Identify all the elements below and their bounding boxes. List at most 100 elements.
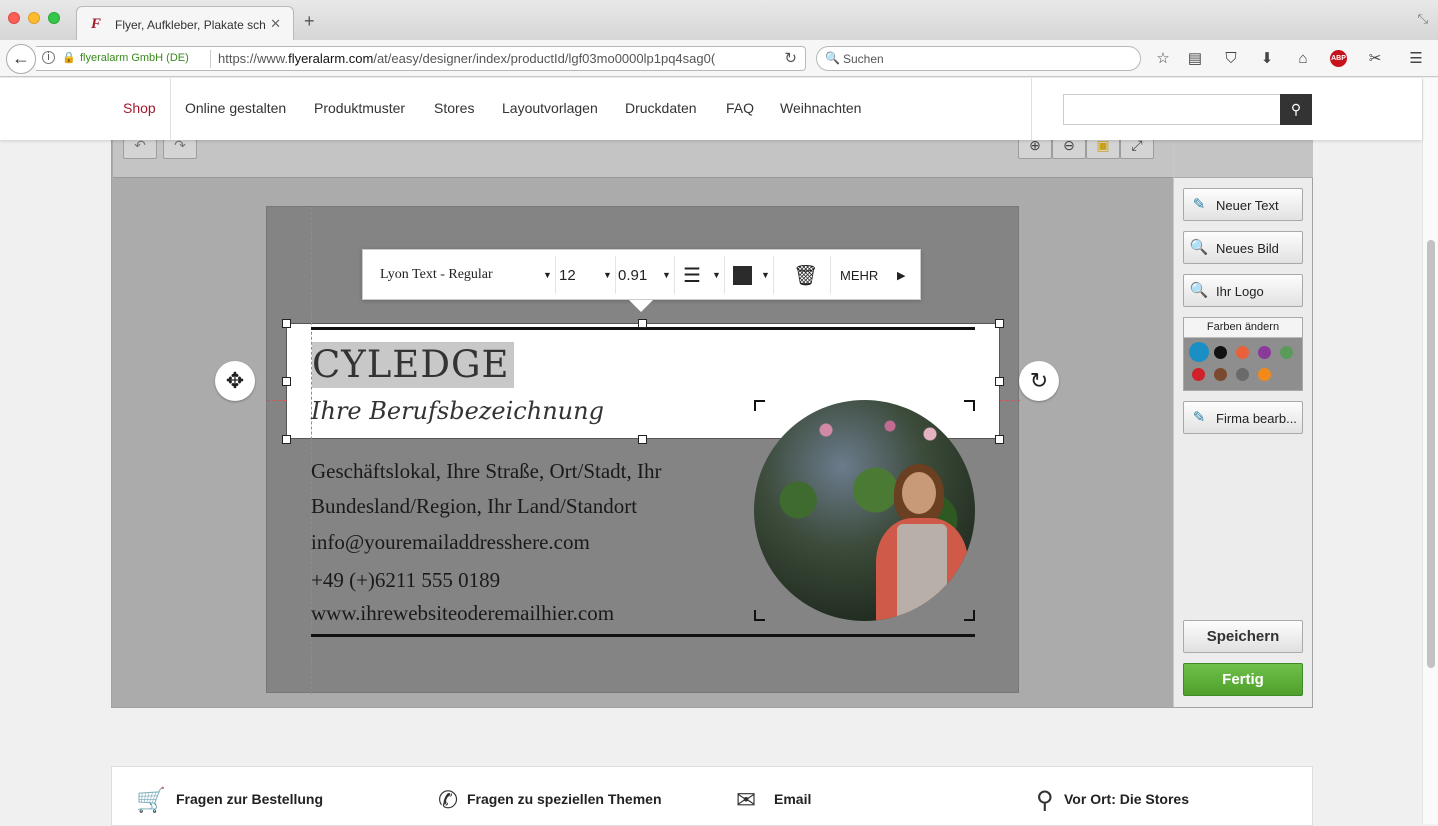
- toolbar-divider: [555, 256, 556, 294]
- swatch-orange-red[interactable]: [1236, 346, 1249, 359]
- minimize-window-button[interactable]: [28, 12, 40, 24]
- colors-title: Farben ändern: [1184, 318, 1302, 338]
- line-height-select[interactable]: 0.91: [618, 267, 647, 284]
- swatch-orange[interactable]: [1258, 368, 1271, 381]
- edit-company-button[interactable]: ✎ Firma bearb...: [1183, 401, 1303, 434]
- card-address-line1[interactable]: Geschäftslokal, Ihre Straße, Ort/Stadt, …: [311, 459, 661, 484]
- size-dropdown-icon[interactable]: ▼: [603, 270, 612, 280]
- new-tab-button[interactable]: +: [304, 12, 315, 30]
- help-bar: 🛒 Fragen zur Bestellung ✆ Fragen zu spez…: [111, 766, 1313, 826]
- crop-corner-tl[interactable]: [754, 400, 765, 411]
- crop-corner-bl[interactable]: [754, 610, 765, 621]
- nav-online-gestalten[interactable]: Online gestalten: [185, 100, 286, 116]
- address-bar[interactable]: i 🔒 flyeralarm GmbH (DE) https://www.fly…: [36, 46, 806, 71]
- font-family-select[interactable]: Lyon Text - Regular: [380, 267, 493, 283]
- text-color-swatch[interactable]: [733, 266, 752, 285]
- browser-search-input[interactable]: 🔍 Suchen: [816, 46, 1141, 71]
- swatch-green[interactable]: [1280, 346, 1293, 359]
- bookmark-star-icon[interactable]: ☆: [1153, 49, 1173, 69]
- browser-tab-bar: F Flyer, Aufkleber, Plakate sch ✕ + ⤡: [0, 0, 1438, 40]
- color-dropdown-icon[interactable]: ▼: [761, 270, 770, 280]
- resize-handle-br[interactable]: [995, 435, 1004, 444]
- help-topics[interactable]: Fragen zu speziellen Themen: [467, 791, 662, 807]
- line-height-dropdown-icon[interactable]: ▼: [662, 270, 671, 280]
- trash-icon[interactable]: 🗑: [793, 263, 818, 288]
- swatch-black[interactable]: [1214, 346, 1227, 359]
- resize-handle-bl[interactable]: [282, 435, 291, 444]
- pocket-icon[interactable]: ⛉: [1221, 49, 1241, 69]
- screenshot-icon[interactable]: ✂: [1365, 49, 1385, 69]
- swatch-brown[interactable]: [1214, 368, 1227, 381]
- align-left-icon[interactable]: ☰: [683, 263, 701, 288]
- nav-weihnachten[interactable]: Weihnachten: [780, 100, 861, 116]
- logo-search-icon: 🔍: [1189, 282, 1209, 299]
- site-header: Shop Online gestalten Produktmuster Stor…: [0, 78, 1422, 140]
- download-icon[interactable]: ⬇: [1257, 49, 1277, 69]
- browser-tab[interactable]: F Flyer, Aufkleber, Plakate sch ✕: [76, 6, 294, 40]
- url-text[interactable]: https://www.flyeralarm.com/at/easy/desig…: [218, 51, 758, 66]
- nav-stores[interactable]: Stores: [434, 100, 474, 116]
- toolbar-divider: [830, 256, 831, 294]
- crop-corner-tr[interactable]: [964, 400, 975, 411]
- swatch-gray[interactable]: [1236, 368, 1249, 381]
- nav-produktmuster[interactable]: Produktmuster: [314, 100, 405, 116]
- menu-icon[interactable]: ☰: [1406, 49, 1426, 69]
- resize-handle-tl[interactable]: [282, 319, 291, 328]
- help-stores[interactable]: Vor Ort: Die Stores: [1064, 791, 1189, 807]
- resize-handle-l[interactable]: [282, 377, 291, 386]
- align-dropdown-icon[interactable]: ▼: [712, 270, 721, 280]
- reload-icon[interactable]: ↻: [784, 49, 797, 67]
- card-name[interactable]: CYLEDGE: [312, 342, 514, 388]
- crop-corner-br[interactable]: [964, 610, 975, 621]
- save-button[interactable]: Speichern: [1183, 620, 1303, 653]
- close-window-button[interactable]: [8, 12, 20, 24]
- resize-handle-tr[interactable]: [995, 319, 1004, 328]
- fullscreen-icon[interactable]: ⤡: [1418, 11, 1428, 27]
- card-website[interactable]: www.ihrewebsiteoderemailhier.com: [311, 601, 614, 626]
- resize-handle-b[interactable]: [638, 435, 647, 444]
- help-email[interactable]: Email: [774, 791, 811, 807]
- site-search-button[interactable]: ⚲: [1280, 94, 1312, 125]
- new-image-button[interactable]: 🔍 Neues Bild: [1183, 231, 1303, 264]
- swatch-purple[interactable]: [1258, 346, 1271, 359]
- card-job-title[interactable]: Ihre Berufsbezeichnung: [311, 397, 604, 425]
- nav-shop[interactable]: Shop: [123, 100, 156, 116]
- move-icon[interactable]: ✥: [215, 361, 255, 401]
- swatch-red[interactable]: [1192, 368, 1205, 381]
- resize-handle-t[interactable]: [638, 319, 647, 328]
- help-order[interactable]: Fragen zur Bestellung: [176, 791, 323, 807]
- reading-list-icon[interactable]: ▤: [1185, 49, 1205, 69]
- nav-druckdaten[interactable]: Druckdaten: [625, 100, 697, 116]
- scroll-thumb[interactable]: [1427, 240, 1435, 668]
- swatch-blue[interactable]: [1189, 342, 1209, 362]
- card-photo[interactable]: [754, 400, 975, 621]
- text-format-toolbar: Lyon Text - Regular ▼ 12 ▼ 0.91 ▼ ☰ ▼ ▼ …: [362, 249, 921, 312]
- home-icon[interactable]: ⌂: [1293, 49, 1313, 69]
- nav-divider: [170, 78, 171, 140]
- maximize-window-button[interactable]: [48, 12, 60, 24]
- logo-button[interactable]: 🔍 Ihr Logo: [1183, 274, 1303, 307]
- font-size-select[interactable]: 12: [559, 267, 576, 284]
- resize-handle-r[interactable]: [995, 377, 1004, 386]
- adblock-icon[interactable]: ABP: [1330, 50, 1347, 67]
- card-email[interactable]: info@youremailaddresshere.com: [311, 530, 590, 555]
- font-dropdown-icon[interactable]: ▼: [543, 270, 552, 280]
- rotate-icon[interactable]: ↻: [1019, 361, 1059, 401]
- card-phone[interactable]: +49 (+)6211 555 0189: [311, 568, 500, 593]
- nav-faq[interactable]: FAQ: [726, 100, 754, 116]
- more-arrow-icon[interactable]: ▶: [897, 269, 905, 282]
- card-address-line2[interactable]: Bundesland/Region, Ihr Land/Standort: [311, 494, 637, 519]
- url-divider: [210, 50, 211, 68]
- info-icon[interactable]: i: [42, 51, 55, 64]
- new-text-button[interactable]: ✎ Neuer Text: [1183, 188, 1303, 221]
- search-placeholder: Suchen: [843, 52, 884, 66]
- done-button[interactable]: Fertig: [1183, 663, 1303, 696]
- back-button[interactable]: ←: [6, 44, 36, 74]
- page-scrollbar[interactable]: [1422, 78, 1438, 824]
- photo-flowers: [794, 410, 954, 450]
- site-search-input[interactable]: [1063, 94, 1281, 125]
- color-swatches: [1184, 338, 1302, 390]
- more-button[interactable]: MEHR: [840, 268, 878, 283]
- close-tab-icon[interactable]: ✕: [270, 16, 281, 32]
- nav-layoutvorlagen[interactable]: Layoutvorlagen: [502, 100, 598, 116]
